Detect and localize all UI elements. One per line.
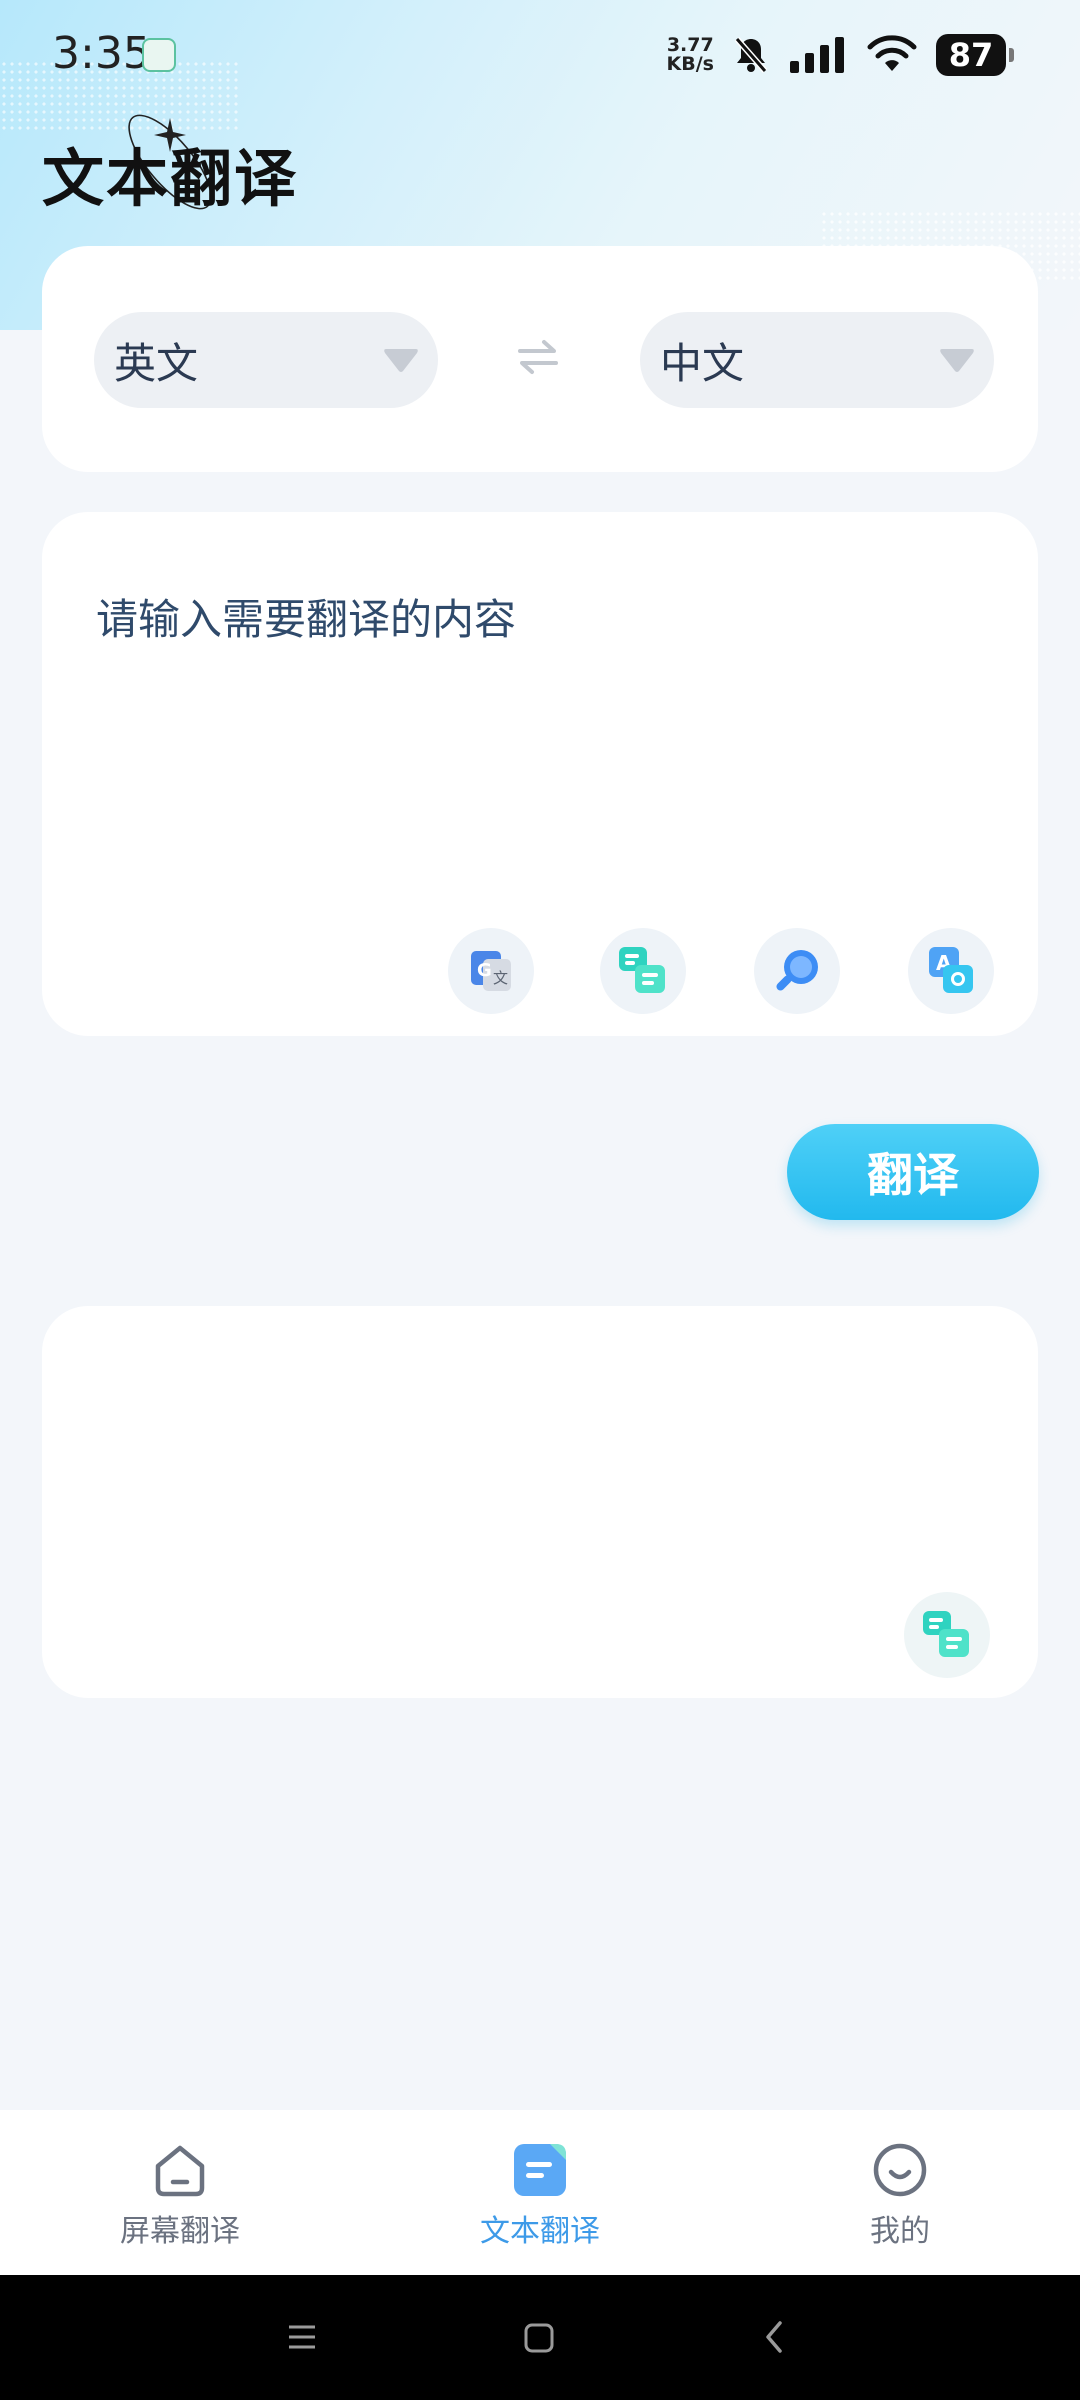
page-title: 文本翻译 [42,142,299,215]
source-language-label: 英文 [114,338,199,388]
target-language-select[interactable]: 中文 [640,312,994,408]
input-card[interactable]: 请输入需要翻译的内容 G 文 A [42,512,1038,1036]
copy-chat-icon [619,947,665,993]
copy-text-button[interactable] [600,928,686,1014]
dropdown-arrow-icon [940,349,974,372]
profile-icon [873,2143,927,2197]
copy-chat-icon [923,1611,969,1657]
system-navigation-bar [0,2275,1080,2400]
app-notification-icon [142,38,176,72]
mute-bell-icon [734,37,768,73]
camera-text-icon: A [929,947,973,993]
home-nav-icon[interactable] [522,2321,556,2355]
nav-item-profile[interactable]: 我的 [800,2138,1000,2250]
nav-item-text-translate[interactable]: 文本翻译 [440,2138,640,2250]
document-icon [514,2144,566,2196]
battery-indicator: 87 [936,34,1014,76]
wifi-icon [867,35,917,71]
lookup-button[interactable] [754,928,840,1014]
nav-item-screen-translate[interactable]: 屏幕翻译 [80,2138,280,2250]
swap-languages-icon[interactable] [518,338,558,376]
google-translate-button[interactable]: G 文 [448,928,534,1014]
google-translate-icon: G 文 [471,951,511,991]
result-card [42,1306,1038,1698]
magnifier-icon [776,950,818,991]
home-icon [155,2145,205,2197]
target-language-label: 中文 [660,338,745,388]
nav-label: 屏幕翻译 [120,2214,240,2249]
nav-label: 文本翻译 [480,2214,600,2249]
nav-label: 我的 [870,2214,930,2249]
translate-button[interactable]: 翻译 [787,1124,1039,1220]
bottom-navigation: 屏幕翻译 文本翻译 我的 [0,2110,1080,2275]
network-speed-unit: KB/s [666,53,714,75]
camera-translate-button[interactable]: A [908,928,994,1014]
status-time: 3:35 [52,28,151,79]
menu-icon[interactable] [286,2323,318,2351]
dropdown-arrow-icon [384,349,418,372]
back-icon[interactable] [760,2319,788,2355]
language-selector-card: 英文 中文 [42,246,1038,472]
svg-text:G: G [477,960,492,981]
translation-input[interactable]: 请输入需要翻译的内容 [96,586,516,647]
copy-result-button[interactable] [904,1592,990,1678]
source-language-select[interactable]: 英文 [94,312,438,408]
svg-text:文: 文 [493,969,508,987]
network-speed: 3.77 KB/s [667,36,714,74]
signal-icon [790,37,844,73]
status-indicators: 3.77 KB/s 87 [667,30,1014,80]
status-bar: 3:35 3.77 KB/s 87 [0,0,1080,110]
